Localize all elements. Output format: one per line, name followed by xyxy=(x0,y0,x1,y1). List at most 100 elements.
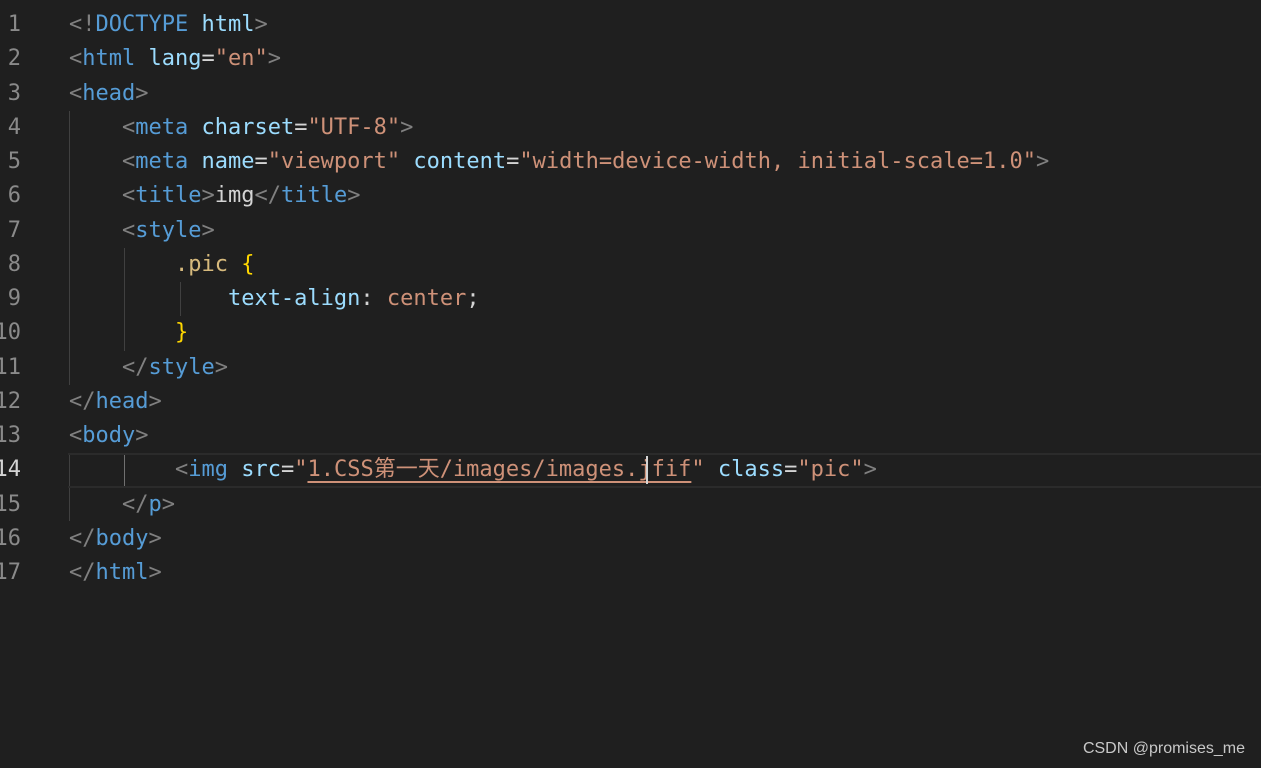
line-number: 1 xyxy=(7,12,21,37)
code-text[interactable]: </style> xyxy=(69,351,228,385)
code-token: center xyxy=(386,286,467,311)
code-token: = xyxy=(280,457,295,483)
code-token: { xyxy=(241,251,255,277)
code-line[interactable]: 9 text-align: center; xyxy=(0,282,1261,316)
code-line[interactable]: 2 <html lang="en"> xyxy=(0,42,1261,76)
code-token: } xyxy=(174,320,189,346)
code-line[interactable]: 11 </style> xyxy=(0,351,1261,385)
code-token: "en" xyxy=(214,46,268,72)
code-line[interactable]: 17 </html> xyxy=(0,556,1261,590)
watermark: CSDN @promises_me xyxy=(1082,740,1245,757)
code-line[interactable]: 12 </head> xyxy=(0,385,1261,419)
code-token: meta xyxy=(135,114,189,140)
code-token: < xyxy=(174,457,189,483)
code-line[interactable]: 10 } xyxy=(0,316,1261,350)
code-token: src xyxy=(241,457,281,483)
code-token: < xyxy=(121,183,136,209)
code-token: "width=device-width, initial-scale=1.0" xyxy=(519,149,1036,174)
line-number: 12 xyxy=(0,388,21,414)
code-token: ; xyxy=(466,286,480,311)
code-text[interactable]: <meta charset="UTF-8"> xyxy=(69,111,413,145)
code-line[interactable]: 1 <!DOCTYPE html> xyxy=(0,8,1261,42)
code-line[interactable]: 16 </body> xyxy=(0,522,1261,556)
code-text[interactable]: } xyxy=(69,316,188,350)
code-token: head xyxy=(95,388,149,414)
code-token: > xyxy=(254,12,268,37)
code-token: charset xyxy=(201,114,295,140)
code-text[interactable]: .pic { xyxy=(69,248,254,282)
code-token: < xyxy=(69,12,83,37)
code-text[interactable]: </body> xyxy=(69,522,162,556)
code-token: html xyxy=(95,560,149,585)
code-text[interactable]: <body> xyxy=(69,419,148,453)
code-line[interactable]: 5 <meta name="viewport" content="width=d… xyxy=(0,145,1261,179)
code-editor[interactable]: 1 <!DOCTYPE html> 2 <html lang="en"> 3 <head>… xyxy=(0,8,1261,590)
code-text[interactable]: </head> xyxy=(69,385,162,419)
code-line[interactable]: 13 <body> xyxy=(0,419,1261,453)
code-line[interactable]: 4 <meta charset="UTF-8"> xyxy=(0,111,1261,145)
code-token: : xyxy=(360,286,387,311)
code-text[interactable]: </html> xyxy=(69,556,162,590)
code-text[interactable]: </p> xyxy=(69,488,175,522)
code-token: ! xyxy=(82,12,96,37)
code-token: .pic xyxy=(174,251,228,277)
code-text[interactable]: <head> xyxy=(69,77,148,111)
code-token: < xyxy=(121,114,136,140)
code-line[interactable]: 15 </p> xyxy=(0,488,1261,522)
line-number: 10 xyxy=(0,320,21,346)
code-token: " xyxy=(294,457,308,483)
code-token: > xyxy=(201,217,215,243)
code-line[interactable]: 7 <style> xyxy=(0,214,1261,248)
code-token: = xyxy=(294,114,308,140)
code-line[interactable]: 8 .pic { xyxy=(0,248,1261,282)
code-token: > xyxy=(135,80,149,106)
code-text[interactable]: <title>img</title> xyxy=(69,179,360,213)
code-token: body xyxy=(95,525,149,551)
code-token: = xyxy=(201,46,215,72)
code-token: > xyxy=(135,423,149,448)
code-token: name xyxy=(201,149,255,174)
code-text[interactable]: <img src="1.CSS第一天/images/images.jfif" c… xyxy=(69,453,877,487)
code-token: </ xyxy=(69,525,96,551)
code-token: = xyxy=(254,149,268,174)
code-token: title xyxy=(135,183,202,209)
code-token: meta xyxy=(135,149,189,174)
code-token: > xyxy=(347,183,361,209)
code-text[interactable]: <!DOCTYPE html> xyxy=(69,8,268,42)
line-number: 3 xyxy=(7,80,21,106)
code-text[interactable]: <html lang="en"> xyxy=(69,42,281,76)
line-number: 2 xyxy=(7,46,21,72)
code-text[interactable]: <style> xyxy=(69,214,215,248)
code-token: < xyxy=(121,217,136,243)
code-token: 1.CSS第一天/images/images.jfif xyxy=(307,457,692,483)
line-number: 17 xyxy=(0,560,21,585)
code-token: > xyxy=(161,491,175,517)
code-line[interactable]: 14 <img src="1.CSS第一天/images/images.jfif… xyxy=(0,453,1261,488)
code-token: img xyxy=(188,457,228,483)
code-token: text-align xyxy=(227,286,361,311)
code-token: title xyxy=(280,183,348,209)
line-number: 6 xyxy=(7,183,21,209)
code-text[interactable]: <meta name="viewport" content="width=dev… xyxy=(69,145,1049,179)
code-line[interactable]: 3 <head> xyxy=(0,77,1261,111)
code-text[interactable]: text-align: center; xyxy=(69,282,480,316)
code-token: "viewport" xyxy=(267,149,401,174)
code-token: " xyxy=(691,457,705,483)
code-token: img xyxy=(214,183,255,209)
code-token: head xyxy=(82,80,136,106)
line-number: 4 xyxy=(7,114,21,140)
code-line[interactable]: 6 <title>img</title> xyxy=(0,179,1261,213)
line-number: 14 xyxy=(0,457,21,483)
line-number: 5 xyxy=(7,149,21,174)
